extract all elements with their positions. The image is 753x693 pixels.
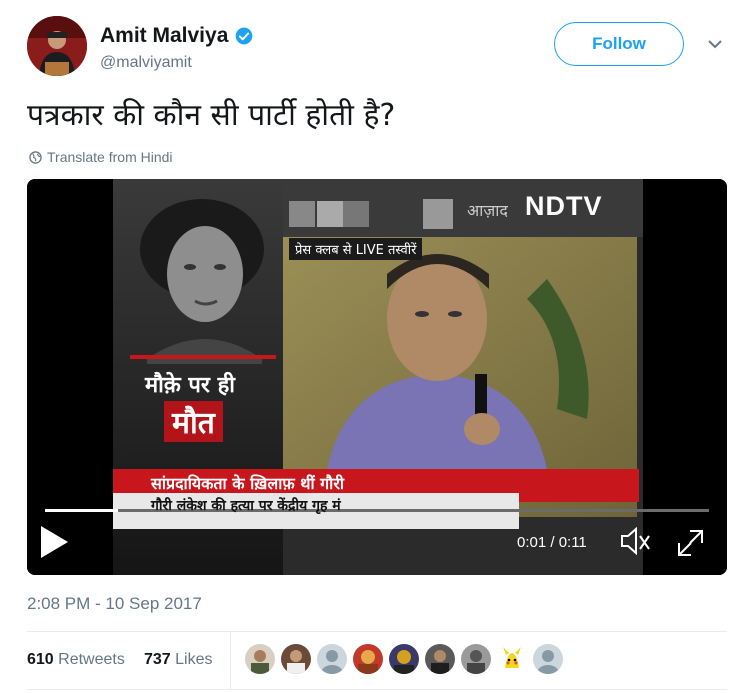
ticker-line2: गौरी लंकेश की हत्या पर केंद्रीय गृह मं (151, 498, 341, 514)
retweets-count: 610 (27, 651, 54, 668)
likes-label: Likes (175, 651, 213, 668)
retweets-stat[interactable]: 610 Retweets (27, 651, 125, 669)
progress-track[interactable] (45, 509, 709, 512)
stats-separator (230, 631, 231, 689)
verified-badge-icon (236, 27, 253, 45)
retweets-label: Retweets (58, 651, 125, 668)
liker-avatar[interactable] (281, 644, 311, 674)
likes-stat[interactable]: 737 Likes (144, 651, 213, 669)
liker-avatar[interactable] (353, 644, 383, 674)
chevron-down-icon[interactable] (707, 38, 723, 50)
live-banner: प्रेस क्लब से LIVE तस्वीरें (289, 238, 423, 260)
liker-avatar[interactable] (317, 644, 347, 674)
tweet-timestamp[interactable]: 2:08 PM - 10 Sep 2017 (27, 594, 202, 614)
tweet-header: Amit Malviya @malviyamit Follow (27, 16, 727, 76)
follow-button[interactable]: Follow (554, 22, 684, 66)
liker-avatar[interactable] (533, 644, 563, 674)
likes-count: 737 (144, 651, 171, 668)
globe-icon (29, 150, 42, 164)
liker-avatar[interactable] (389, 644, 419, 674)
author-avatar[interactable] (27, 16, 87, 76)
tweet-text: पत्रकार की कौन सी पार्टी होती है? (27, 98, 396, 133)
translate-label: Translate from Hindi (47, 149, 173, 165)
tweet-stats: 610 Retweets 737 Likes (27, 631, 727, 689)
liker-avatars (245, 644, 569, 674)
top-thumb-text: आज़ाद (467, 201, 508, 220)
ticker-line1: सांप्रदायिकता के ख़िलाफ़ थीं गौरी (151, 474, 345, 493)
liker-avatar[interactable] (497, 644, 527, 674)
liker-avatar[interactable] (425, 644, 455, 674)
translate-link[interactable]: Translate from Hindi (29, 149, 173, 165)
ndtv-logo: NDTV (525, 191, 603, 221)
divider (27, 689, 727, 690)
progress-fill (45, 509, 118, 512)
liker-avatar[interactable] (245, 644, 275, 674)
author-name[interactable]: Amit Malviya (100, 24, 228, 48)
left-caption-line1: मौक़े पर ही (145, 373, 235, 398)
video-time: 0:01 / 0:11 (517, 534, 587, 551)
video-player[interactable]: NDTV आज़ाद प्रेस क्लब से LIVE तस्वीरें म… (27, 179, 727, 575)
author-name-row: Amit Malviya (100, 24, 254, 48)
liker-avatar[interactable] (461, 644, 491, 674)
left-caption-line2: मौत (164, 401, 223, 442)
author-handle[interactable]: @malviyamit (100, 54, 192, 72)
